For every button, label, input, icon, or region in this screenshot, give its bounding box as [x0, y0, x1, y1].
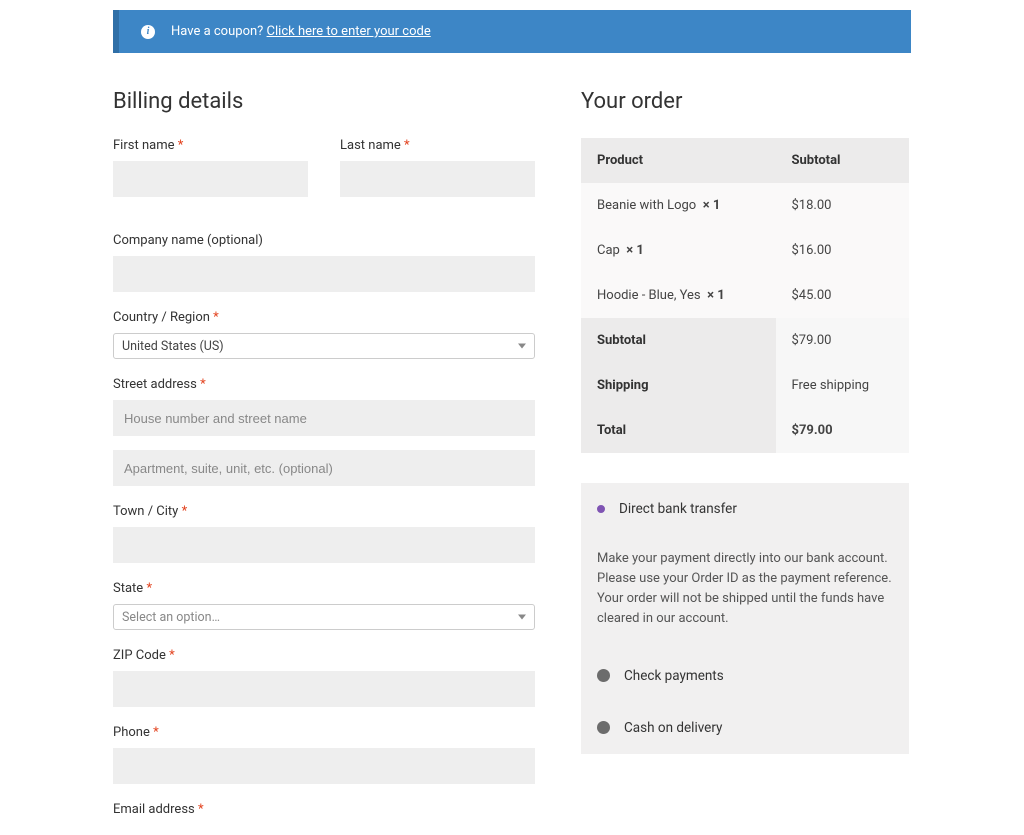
info-icon: i [141, 25, 155, 39]
coupon-link[interactable]: Click here to enter your code [267, 24, 431, 39]
chevron-down-icon [518, 344, 526, 349]
radio-unchecked-icon [597, 669, 610, 682]
street2-input[interactable] [113, 450, 535, 486]
zip-label: ZIP Code * [113, 648, 535, 663]
col-product: Product [581, 138, 776, 183]
payment-bank-desc: Make your payment directly into our bank… [581, 535, 909, 650]
table-row: Beanie with Logo × 1 $18.00 [581, 183, 909, 228]
country-label: Country / Region * [113, 310, 535, 325]
shipping-label: Shipping [581, 363, 776, 408]
billing-heading: Billing details [113, 89, 535, 114]
company-input[interactable] [113, 256, 535, 292]
street-label: Street address * [113, 377, 535, 392]
subtotal-value: $79.00 [776, 318, 910, 363]
phone-label: Phone * [113, 725, 535, 740]
phone-input[interactable] [113, 748, 535, 784]
first-name-label: First name * [113, 138, 308, 153]
chevron-down-icon [518, 615, 526, 620]
radio-unchecked-icon [597, 721, 610, 734]
radio-checked-icon [597, 505, 605, 513]
order-table: Product Subtotal Beanie with Logo × 1 $1… [581, 138, 909, 453]
shipping-value: Free shipping [776, 363, 910, 408]
payment-option-bank[interactable]: Direct bank transfer [581, 483, 909, 535]
last-name-input[interactable] [340, 161, 535, 197]
payment-option-check[interactable]: Check payments [581, 650, 909, 702]
zip-input[interactable] [113, 671, 535, 707]
payment-box: Direct bank transfer Make your payment d… [581, 483, 909, 754]
last-name-label: Last name * [340, 138, 535, 153]
state-label: State * [113, 581, 535, 596]
city-input[interactable] [113, 527, 535, 563]
state-select[interactable]: Select an option… [113, 604, 535, 630]
country-select[interactable]: United States (US) [113, 333, 535, 359]
payment-option-cod[interactable]: Cash on delivery [581, 702, 909, 754]
table-row: Cap × 1 $16.00 [581, 228, 909, 273]
col-subtotal: Subtotal [776, 138, 910, 183]
city-label: Town / City * [113, 504, 535, 519]
coupon-banner: i Have a coupon? Click here to enter you… [113, 10, 911, 53]
total-label: Total [581, 408, 776, 453]
email-label: Email address * [113, 802, 535, 817]
company-label: Company name (optional) [113, 233, 535, 248]
subtotal-label: Subtotal [581, 318, 776, 363]
total-value: $79.00 [776, 408, 910, 453]
street-input[interactable] [113, 400, 535, 436]
table-row: Hoodie - Blue, Yes × 1 $45.00 [581, 273, 909, 318]
coupon-question: Have a coupon? [171, 24, 263, 39]
first-name-input[interactable] [113, 161, 308, 197]
order-heading: Your order [581, 89, 909, 114]
